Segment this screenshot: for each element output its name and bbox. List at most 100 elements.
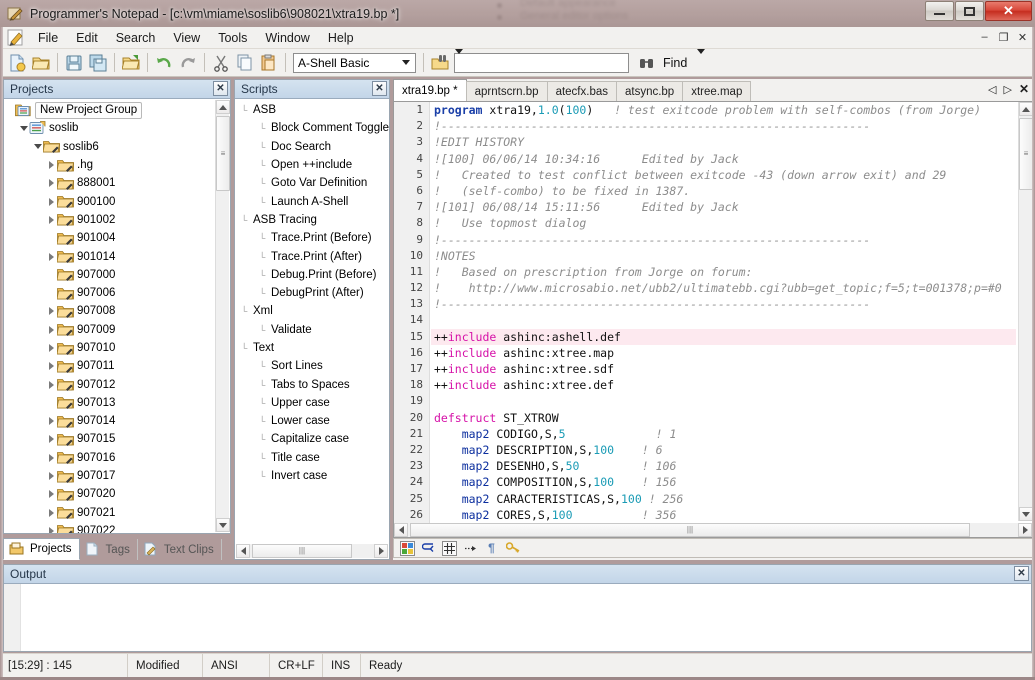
find-in-files-button[interactable] [428,51,452,75]
scroll-left-button[interactable] [236,544,250,558]
save-all-button[interactable] [86,51,110,75]
expand-arrow-icon[interactable] [46,467,57,485]
project-tree[interactable]: New Project Group soslib soslib6 .hg 888001 9… [4,99,230,533]
open-project-button[interactable] [119,51,143,75]
code-line[interactable]: map2 CODIGO,S,5 ! 1 [431,426,1016,442]
code-editor[interactable]: 1 2 3 4 5 6 7 8 9 10 11 12 13 14 15 16 17 18 19 20 21 22 23 24 2… [393,101,1033,538]
output-panel-close-button[interactable]: ✕ [1014,566,1029,581]
script-tree-item[interactable]: └ Trace.Print (After) [235,247,389,265]
project-tree-item[interactable]: 901014 [4,247,230,265]
code-line[interactable]: map2 DESENHO,S,50 ! 106 [431,458,1016,474]
cut-button[interactable] [209,51,233,75]
editor-tab[interactable]: atsync.bp [615,81,684,101]
script-tree-item[interactable]: └ Block Comment Toggle [235,119,389,137]
project-tree-item[interactable]: 907013 [4,394,230,412]
find-label[interactable]: Find [663,56,687,70]
project-tree-item[interactable]: 907006 [4,284,230,302]
scroll-right-button[interactable] [1018,523,1032,537]
project-tree-item[interactable]: soslib [4,119,230,137]
project-tree-item[interactable]: .hg [4,156,230,174]
project-tree-item[interactable]: 900100 [4,192,230,210]
editor-scrollbar-vertical[interactable]: ≡ [1018,102,1032,521]
code-content[interactable]: program xtra19,1.0(100) ! test exitcode … [431,102,1016,521]
editor-scrollbar-horizontal[interactable]: ||| [394,523,1032,537]
window-close-button[interactable]: ✕ [985,1,1032,21]
key-icon[interactable] [505,541,520,556]
code-line[interactable] [431,312,1016,328]
window-maximize-button[interactable] [955,1,984,21]
project-tree-item[interactable]: 907012 [4,375,230,393]
projects-scrollbar-vertical[interactable]: ≡ [215,100,230,532]
code-line[interactable]: ! (self-combo) to be fixed in 1387. [431,183,1016,199]
project-tree-item[interactable]: 907021 [4,504,230,522]
open-file-button[interactable] [29,51,53,75]
project-tree-item[interactable]: 907000 [4,266,230,284]
expand-arrow-icon[interactable] [46,248,57,266]
save-button[interactable] [62,51,86,75]
find-dropdown-arrow[interactable] [697,48,706,72]
project-tree-item[interactable]: 907011 [4,357,230,375]
project-tree-item[interactable]: 907009 [4,321,230,339]
script-tree-item[interactable]: └ ASB [235,101,389,119]
project-tree-item[interactable]: soslib6 [4,138,230,156]
script-tree-item[interactable]: └ Tabs to Spaces [235,375,389,393]
script-tree-item[interactable]: └ Sort Lines [235,357,389,375]
expand-arrow-icon[interactable] [46,156,57,174]
project-tree-item[interactable]: 888001 [4,174,230,192]
expand-arrow-icon[interactable] [46,302,57,320]
code-line[interactable]: ! Use topmost dialog [431,215,1016,231]
mdi-restore-button[interactable]: ❐ [995,29,1012,45]
editor-tab[interactable]: atecfx.bas [546,81,617,101]
code-line[interactable]: !NOTES [431,248,1016,264]
script-tree-item[interactable]: └ ASB Tracing [235,211,389,229]
scroll-left-button[interactable] [394,523,408,537]
expand-arrow-icon[interactable] [46,339,57,357]
expand-arrow-icon[interactable] [46,193,57,211]
project-tree-item[interactable]: 907022 [4,522,230,533]
project-tree-item[interactable]: 907014 [4,412,230,430]
scripts-scrollbar-horizontal[interactable]: ||| [236,544,388,558]
script-tree-item[interactable]: └ Doc Search [235,138,389,156]
project-tree-item[interactable]: 901002 [4,211,230,229]
find-input[interactable] [454,48,629,73]
scroll-down-button[interactable] [1019,507,1032,521]
scroll-down-button[interactable] [216,518,230,532]
scrollbar-thumb[interactable]: ||| [410,523,970,537]
mdi-minimize-button[interactable]: – [976,29,993,45]
undo-button[interactable] [152,51,176,75]
script-tree-item[interactable]: └ Invert case [235,467,389,485]
expand-arrow-icon[interactable] [46,357,57,375]
code-line[interactable]: !EDIT HISTORY [431,134,1016,150]
pilcrow-icon[interactable]: ¶ [484,541,499,556]
code-line[interactable]: ++include ashinc:ashell.def [431,328,1016,345]
code-line[interactable]: map2 DESCRIPTION,S,100 ! 6 [431,442,1016,458]
menu-help[interactable]: Help [319,29,363,47]
script-tree-item[interactable]: └ Title case [235,449,389,467]
tab-projects[interactable]: Projects [3,538,80,560]
expand-arrow-icon[interactable] [46,430,57,448]
color-scheme-icon[interactable] [400,540,415,556]
whitespace-arrow-icon[interactable] [463,541,478,556]
code-line[interactable]: !---------------------------------------… [431,118,1016,134]
code-line[interactable]: defstruct ST_XTROW [431,410,1016,426]
project-tree-item[interactable]: 901004 [4,229,230,247]
editor-tab[interactable]: xtree.map [682,81,752,101]
expand-arrow-icon[interactable] [46,211,57,229]
script-tree-item[interactable]: └ Validate [235,321,389,339]
script-tree-item[interactable]: └ Xml [235,302,389,320]
code-line[interactable]: ![100] 06/06/14 10:34:16 Edited by Jack [431,151,1016,167]
project-tree-item[interactable]: New Project Group [4,101,230,119]
projects-panel-close-button[interactable]: ✕ [213,81,228,96]
scroll-right-button[interactable] [374,544,388,558]
grid-icon[interactable] [442,540,457,556]
code-line[interactable]: ++include ashinc:xtree.map [431,345,1016,361]
code-line[interactable]: ! Based on prescription from Jorge on fo… [431,264,1016,280]
menu-window[interactable]: Window [256,29,318,47]
tab-next-button[interactable]: ▷ [1003,83,1011,96]
script-tree-item[interactable]: └ Capitalize case [235,430,389,448]
menu-edit[interactable]: Edit [67,29,107,47]
code-line[interactable]: map2 CARACTERISTICAS,S,100 ! 256 [431,491,1016,507]
script-tree-item[interactable]: └ DebugPrint (After) [235,284,389,302]
project-tree-item[interactable]: 907015 [4,430,230,448]
output-content[interactable] [4,584,1031,651]
